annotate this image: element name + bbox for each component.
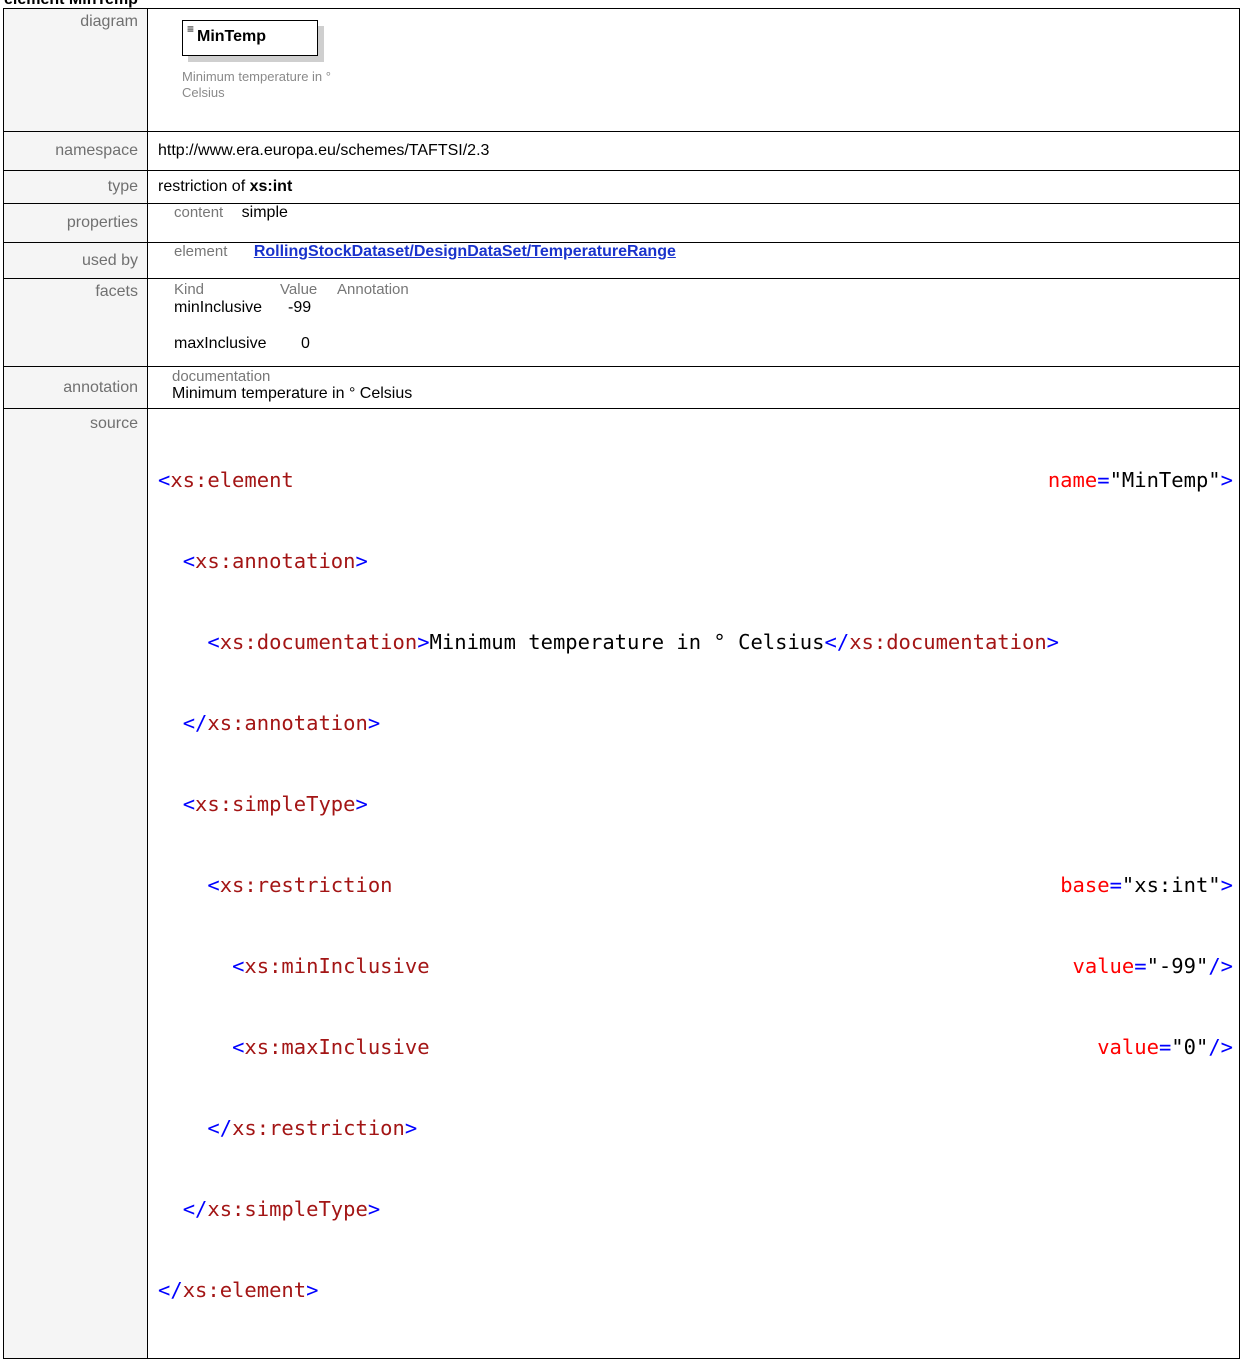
code-line: <xs:maxInclusive value="0"/> xyxy=(232,1035,1233,1059)
facets-label: facets xyxy=(3,278,148,367)
used-by-link[interactable]: RollingStockDataset/DesignDataSet/Temper… xyxy=(254,243,676,260)
facets-header-value: Value xyxy=(280,281,318,298)
namespace-row: namespace http://www.era.europa.eu/schem… xyxy=(3,131,1240,171)
annotation-key: documentation xyxy=(172,368,271,385)
annotation-label: annotation xyxy=(3,366,148,409)
annotation-cell: documentation Minimum temperature in ° C… xyxy=(147,366,1240,409)
code-line: <xs:restriction base="xs:int"> xyxy=(207,873,1233,897)
code-line: </xs:element> xyxy=(158,1278,319,1302)
code-line: <xs:simpleType> xyxy=(182,792,368,816)
annotation-value: Minimum temperature in ° Celsius xyxy=(172,385,413,402)
source-label: source xyxy=(3,408,148,1359)
properties-row: properties content simple xyxy=(3,203,1240,243)
properties-label: properties xyxy=(3,203,148,243)
code-line: <xs:documentation>Minimum temperature in… xyxy=(207,630,1060,654)
source-row: source <xs:element name="MinTemp"> <xs:an… xyxy=(3,408,1240,1359)
diagram-documentation: Minimum temperature in ° Celsius xyxy=(182,69,331,100)
type-value: restriction of xs:int xyxy=(147,170,1240,204)
used-by-kind: element xyxy=(174,243,228,260)
namespace-label: namespace xyxy=(3,131,148,171)
facet-value: 0 xyxy=(301,335,310,352)
properties-value: simple xyxy=(241,204,288,221)
element-box-name: MinTemp xyxy=(197,28,267,45)
code-line: <xs:element name="MinTemp"> xyxy=(158,468,1233,492)
used-by-label: used by xyxy=(3,242,148,279)
type-prefix: restriction of xyxy=(158,178,250,195)
type-label: type xyxy=(3,170,148,204)
code-line: </xs:simpleType> xyxy=(182,1197,381,1221)
diagram-cell: ≡ MinTemp Minimum temperature in ° Celsi… xyxy=(147,8,1240,132)
facet-kind: maxInclusive xyxy=(174,335,267,352)
code-line: </xs:restriction> xyxy=(207,1116,418,1140)
facets-cell: Kind Value Annotation minInclusive -99 m… xyxy=(147,278,1240,367)
code-line: <xs:annotation> xyxy=(182,549,368,573)
element-box[interactable]: ≡ MinTemp xyxy=(182,20,318,56)
properties-key: content xyxy=(174,204,224,221)
diagram-label: diagram xyxy=(3,8,148,132)
facet-value: -99 xyxy=(288,299,312,316)
code-line: </xs:annotation> xyxy=(182,711,381,735)
namespace-value: http://www.era.europa.eu/schemes/TAFTSI/… xyxy=(147,131,1240,171)
source-code: <xs:element name="MinTemp"> <xs:annotatio… xyxy=(158,413,1239,1358)
facets-header-annotation: Annotation xyxy=(337,281,409,298)
annotation-row: annotation documentation Minimum tempera… xyxy=(3,366,1240,409)
documentation-table: diagram ≡ MinTemp Minimum temperature in… xyxy=(3,8,1240,1359)
code-line: <xs:minInclusive value="-99"/> xyxy=(232,954,1233,978)
facets-header-kind: Kind xyxy=(174,281,205,298)
used-by-cell: element RollingStockDataset/DesignDataSe… xyxy=(147,242,1240,279)
element-lines-icon: ≡ xyxy=(187,22,195,36)
properties-cell: content simple xyxy=(147,203,1240,243)
diagram-row: diagram ≡ MinTemp Minimum temperature in… xyxy=(3,8,1240,132)
type-row: type restriction of xs:int xyxy=(3,170,1240,204)
source-cell: <xs:element name="MinTemp"> <xs:annotatio… xyxy=(147,408,1240,1359)
type-base: xs:int xyxy=(249,178,293,195)
used-by-row: used by element RollingStockDataset/Desi… xyxy=(3,242,1240,279)
facet-kind: minInclusive xyxy=(174,299,263,316)
facets-row: facets Kind Value Annotation minInclusiv… xyxy=(3,278,1240,367)
